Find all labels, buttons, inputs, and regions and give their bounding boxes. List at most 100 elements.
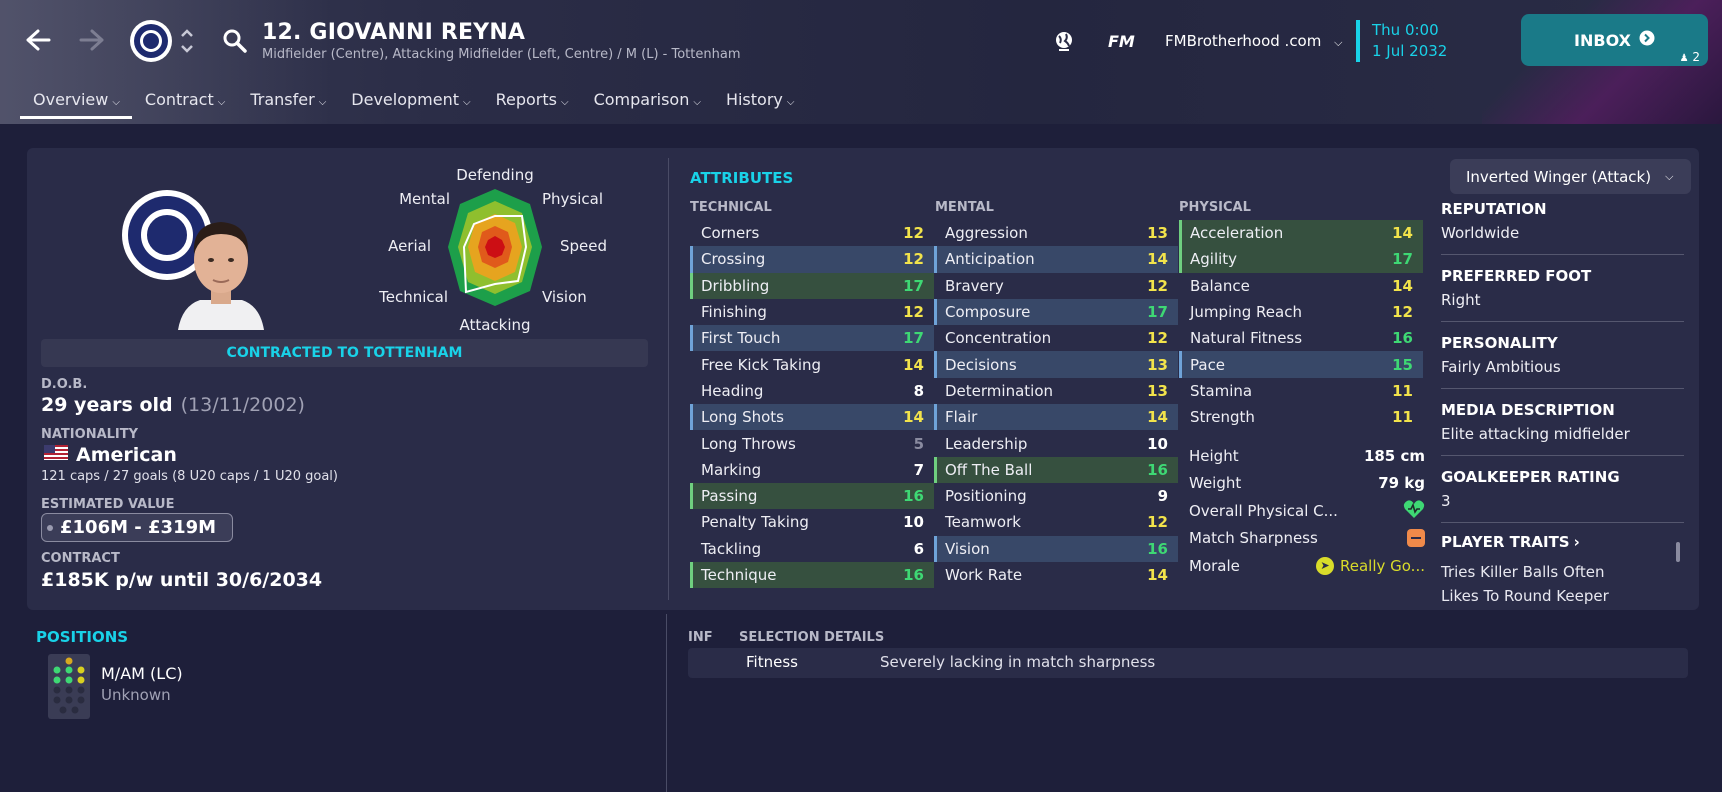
player-switch-icon[interactable] — [180, 26, 194, 60]
attribute-row[interactable]: Balance 14 — [1179, 273, 1423, 299]
forward-arrow-icon[interactable] — [74, 22, 110, 58]
attribute-row[interactable]: Penalty Taking 10 — [690, 509, 934, 535]
tab-bar: Overview ⌵ Contract ⌵ Transfer ⌵ Developmen… — [20, 88, 806, 119]
game-date[interactable]: Thu 0:00 1 Jul 2032 — [1356, 20, 1447, 62]
attribute-name: First Touch — [701, 329, 781, 348]
attribute-value: 8 — [913, 381, 924, 400]
tab-overview[interactable]: Overview ⌵ — [20, 88, 132, 119]
attribute-row[interactable]: Pace 15 — [1179, 351, 1423, 379]
dob: (13/11/2002) — [180, 394, 305, 416]
attribute-row[interactable]: Decisions 13 — [934, 351, 1178, 379]
back-arrow-icon[interactable] — [20, 22, 56, 58]
attribute-value: 11 — [1392, 408, 1413, 427]
condition-row[interactable]: Overall Physical C... — [1189, 497, 1425, 525]
chevron-down-icon: ⌵ — [1334, 36, 1343, 49]
attribute-row[interactable]: Technique 16 — [690, 561, 934, 589]
attribute-row[interactable]: Vision 16 — [934, 535, 1178, 563]
attribute-row[interactable]: Heading 8 — [690, 378, 934, 404]
attribute-name: Jumping Reach — [1190, 303, 1302, 322]
mental-header: MENTAL — [935, 200, 994, 215]
attribute-row[interactable]: Determination 13 — [934, 378, 1178, 404]
attribute-value: 14 — [903, 408, 924, 427]
attribute-row[interactable]: Long Shots 14 — [690, 404, 934, 431]
inbox-button[interactable]: INBOX ♟ 2 — [1521, 14, 1708, 66]
tab-history[interactable]: History ⌵ — [713, 88, 807, 119]
selection-row-text: Severely lacking in match sharpness — [880, 653, 1156, 671]
attribute-name: Concentration — [945, 329, 1052, 348]
attribute-row[interactable]: Concentration 12 — [934, 325, 1178, 351]
attribute-row[interactable]: Positioning 9 — [934, 483, 1178, 509]
media-value: Elite attacking midfielder — [1441, 425, 1630, 443]
attribute-row[interactable]: Jumping Reach 12 — [1179, 299, 1423, 325]
player-traits-link[interactable]: PLAYER TRAITS › — [1441, 533, 1684, 551]
sharpness-row[interactable]: Match Sharpness — [1189, 525, 1425, 553]
radar-label-mental: Mental — [399, 190, 450, 208]
attribute-row[interactable]: Flair 14 — [934, 404, 1178, 431]
site-selector[interactable]: FMBrotherhood .com ⌵ — [1165, 32, 1342, 50]
attribute-row[interactable]: Passing 16 — [690, 482, 934, 510]
trait-item: Tries Killer Balls Often — [1441, 563, 1605, 581]
attribute-name: Dribbling — [701, 276, 770, 295]
positions-title: POSITIONS — [36, 628, 129, 646]
attribute-value: 6 — [913, 539, 924, 558]
attribute-row[interactable]: First Touch 17 — [690, 325, 934, 352]
attribute-row[interactable]: Long Throws 5 — [690, 430, 934, 456]
trait-item: Likes To Round Keeper — [1441, 587, 1609, 605]
attribute-row[interactable]: Corners 12 — [690, 220, 934, 246]
attribute-value: 14 — [1392, 276, 1413, 295]
tab-comparison[interactable]: Comparison ⌵ — [581, 88, 713, 119]
attribute-row[interactable]: Bravery 12 — [934, 273, 1178, 299]
attribute-row[interactable]: Free Kick Taking 14 — [690, 351, 934, 377]
attribute-row[interactable]: Tackling 6 — [690, 536, 934, 562]
player-photo — [178, 222, 264, 330]
attribute-name: Agility — [1190, 250, 1238, 269]
chevron-down-icon: ⌵ — [217, 97, 226, 108]
radar-label-defending: Defending — [456, 166, 534, 184]
radar-label-physical: Physical — [542, 190, 603, 208]
fm-logo[interactable]: FM — [1108, 32, 1135, 51]
attribute-name: Work Rate — [945, 566, 1023, 584]
attributes-title: ATTRIBUTES — [690, 169, 794, 187]
attribute-row[interactable]: Finishing 12 — [690, 299, 934, 325]
attribute-value: 7 — [913, 460, 924, 479]
nationality: American — [76, 444, 177, 466]
tab-development[interactable]: Development ⌵ — [338, 88, 482, 119]
attribute-value: 17 — [903, 329, 924, 348]
attribute-value: 9 — [1157, 487, 1168, 506]
attribute-row[interactable]: Leadership 10 — [934, 430, 1178, 456]
attribute-row[interactable]: Strength 11 — [1179, 404, 1423, 430]
morale-row[interactable]: Morale ➤ Really Go... — [1189, 552, 1425, 580]
attribute-row[interactable]: Anticipation 14 — [934, 246, 1178, 273]
attribute-name: Balance — [1190, 276, 1250, 295]
nationality-value[interactable]: American — [44, 444, 177, 466]
attribute-row[interactable]: Natural Fitness 16 — [1179, 325, 1423, 351]
chevron-down-icon: ⌵ — [1665, 169, 1674, 183]
attribute-row[interactable]: Stamina 11 — [1179, 378, 1423, 404]
inf-header: INF — [688, 630, 713, 645]
attribute-row[interactable]: Composure 17 — [934, 298, 1178, 326]
attribute-row[interactable]: Aggression 13 — [934, 220, 1178, 246]
search-icon[interactable] — [222, 28, 248, 58]
attribute-row[interactable]: Teamwork 12 — [934, 509, 1178, 535]
estimated-value[interactable]: £106M - £319M — [41, 513, 234, 542]
tab-contract[interactable]: Contract ⌵ — [132, 88, 237, 119]
tab-transfer[interactable]: Transfer ⌵ — [237, 88, 338, 119]
attribute-row[interactable]: Crossing 12 — [690, 246, 934, 273]
globe-icon[interactable] — [1053, 30, 1075, 56]
attribute-value: 14 — [1147, 566, 1168, 584]
attribute-row[interactable]: Off The Ball 16 — [934, 456, 1178, 484]
attribute-row[interactable]: Acceleration 14 — [1179, 220, 1423, 247]
physical-attributes: Acceleration 14 Agility 17 Balance 14 Jumping … — [1179, 220, 1423, 430]
weight-value: 79 kg — [1378, 474, 1425, 493]
club-badge-icon[interactable] — [130, 20, 172, 62]
attribute-row[interactable]: Dribbling 17 — [690, 272, 934, 300]
attribute-row[interactable]: Marking 7 — [690, 457, 934, 483]
media-block: MEDIA DESCRIPTION Elite attacking midfiel… — [1441, 401, 1684, 456]
usa-flag-icon — [44, 445, 68, 460]
attribute-row[interactable]: Agility 17 — [1179, 246, 1423, 273]
tab-reports[interactable]: Reports ⌵ — [483, 88, 581, 119]
traits-scrollbar[interactable] — [1676, 542, 1680, 562]
attribute-row[interactable]: Work Rate 14 — [934, 562, 1178, 588]
role-selector[interactable]: Inverted Winger (Attack) ⌵ — [1450, 159, 1691, 194]
chevron-down-icon: ⌵ — [786, 97, 795, 108]
